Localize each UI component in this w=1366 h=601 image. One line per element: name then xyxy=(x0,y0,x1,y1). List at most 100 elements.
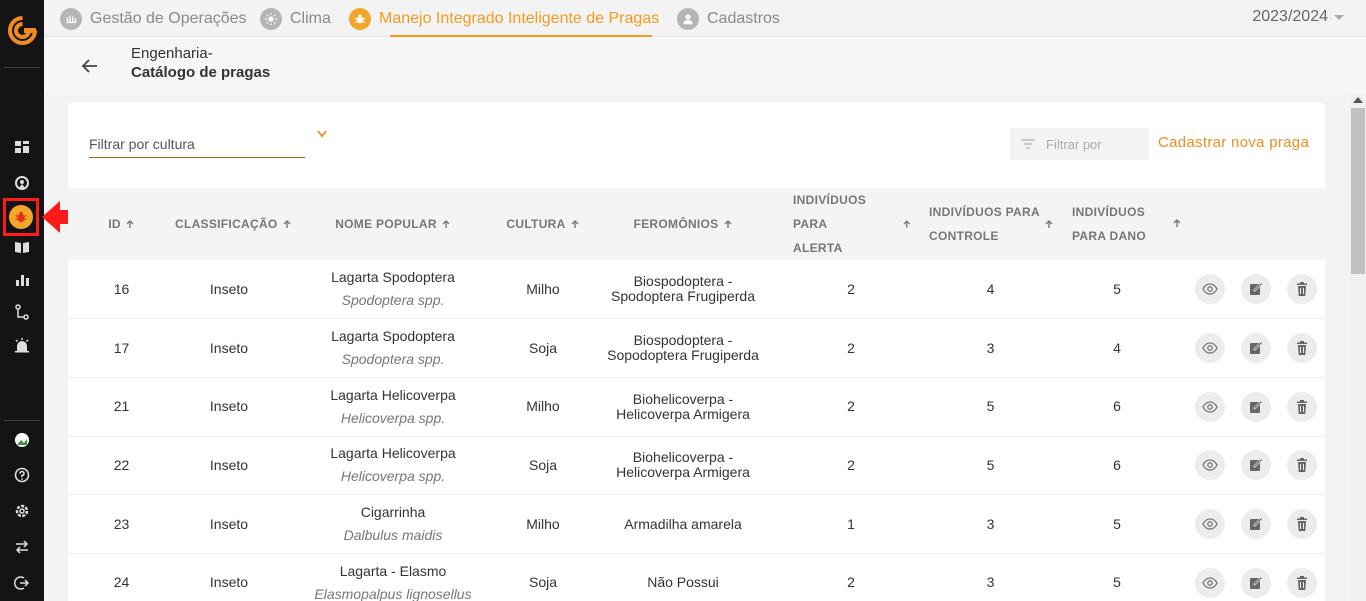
delete-button[interactable] xyxy=(1287,567,1317,598)
dashboard-icon[interactable] xyxy=(12,137,32,157)
cell-nome-popular: Lagarta - Elasmo Elasmopalpus lignosellus xyxy=(283,553,503,601)
cell-id: 23 xyxy=(113,515,130,532)
cell-alerta: 2 xyxy=(847,574,855,591)
map-pin-icon[interactable] xyxy=(12,173,32,193)
cell-dano: 5 xyxy=(1113,280,1121,297)
col-cultura[interactable]: Cultura xyxy=(503,188,583,260)
flow-icon[interactable] xyxy=(12,302,32,322)
tab-manejo-pragas[interactable]: Manejo Integrado Inteligente de Pragas xyxy=(349,0,659,37)
delete-button[interactable] xyxy=(1287,333,1317,364)
tab-label: Manejo Integrado Inteligente de Pragas xyxy=(379,9,660,27)
cell-actions xyxy=(1172,495,1325,554)
search-input[interactable] xyxy=(1046,136,1136,152)
delete-button[interactable] xyxy=(1287,509,1317,540)
cell-feromonios: Biospodoptera - Sopodoptera Frugiperda xyxy=(607,332,759,364)
sidebar-divider xyxy=(4,67,40,68)
eye-icon xyxy=(1202,340,1218,356)
view-button[interactable] xyxy=(1195,450,1225,481)
nome-cientifico: Helicoverpa spp. xyxy=(340,409,446,426)
delete-button[interactable] xyxy=(1287,450,1317,481)
cell-id: 17 xyxy=(113,339,130,356)
col-actions[interactable] xyxy=(1172,188,1325,260)
view-button[interactable] xyxy=(1195,391,1225,422)
bar-chart-icon[interactable] xyxy=(12,270,32,290)
cell-id: 21 xyxy=(113,398,130,415)
cell-feromonios: Armadilha amarela xyxy=(624,515,742,532)
sort-arrow-icon xyxy=(126,220,134,228)
cell-cultura: Soja xyxy=(528,574,558,591)
cell-alerta: 2 xyxy=(847,339,855,356)
edit-icon xyxy=(1248,516,1264,532)
cell-controle: 5 xyxy=(986,456,995,473)
settings-icon[interactable] xyxy=(12,501,32,521)
col-alerta[interactable]: Indivíduos para alerta xyxy=(783,188,919,260)
view-button[interactable] xyxy=(1195,333,1225,364)
search-filter[interactable] xyxy=(1010,128,1149,160)
col-dano[interactable]: Indivíduos para dano xyxy=(1062,188,1172,260)
nome-popular: Cigarrinha xyxy=(360,504,426,521)
swap-icon[interactable] xyxy=(12,537,32,557)
avatar-icon[interactable] xyxy=(12,430,32,450)
edit-button[interactable] xyxy=(1241,274,1271,305)
page-header: Engenharia- Catálogo de pragas xyxy=(44,37,1366,94)
edit-button[interactable] xyxy=(1241,567,1271,598)
col-nome-popular[interactable]: Nome popular xyxy=(283,188,503,260)
cell-dano: 5 xyxy=(1113,574,1121,591)
view-button[interactable] xyxy=(1195,509,1225,540)
sort-arrow-icon xyxy=(442,220,450,228)
season-selector[interactable]: 2023/2024 xyxy=(1252,0,1344,34)
tab-clima[interactable]: Clima xyxy=(260,0,331,37)
user-icon xyxy=(677,7,699,30)
table-row: 23 Inseto Cigarrinha Dalbulus maidis Milho Ar… xyxy=(68,495,1325,554)
culture-filter[interactable]: Filtrar por cultura xyxy=(89,132,305,158)
nome-cientifico: Elasmopalpus lignosellus xyxy=(314,585,472,601)
cell-alerta: 2 xyxy=(847,280,855,297)
view-button[interactable] xyxy=(1195,274,1225,305)
col-id[interactable]: ID xyxy=(68,188,175,260)
col-classificacao[interactable]: Classificação xyxy=(175,188,291,260)
tab-cadastros[interactable]: Cadastros xyxy=(677,0,780,37)
scrollbar-thumb[interactable] xyxy=(1351,108,1365,274)
cell-classificacao: Inseto xyxy=(209,515,249,532)
cell-alerta: 1 xyxy=(847,515,855,532)
filter-lines-icon xyxy=(1021,139,1035,149)
cell-cultura: Milho xyxy=(526,398,560,415)
table-row: 24 Inseto Lagarta - Elasmo Elasmopalpus lig… xyxy=(68,553,1325,601)
back-arrow-icon[interactable] xyxy=(80,56,100,76)
scroll-up-arrow-icon[interactable] xyxy=(1353,97,1363,103)
delete-button[interactable] xyxy=(1287,391,1317,422)
logout-icon[interactable] xyxy=(12,573,32,593)
edit-button[interactable] xyxy=(1241,450,1271,481)
sidebar-item-pest-management[interactable] xyxy=(3,198,39,236)
eye-icon xyxy=(1202,575,1218,591)
edit-button[interactable] xyxy=(1241,509,1271,540)
view-button[interactable] xyxy=(1195,567,1225,598)
cell-controle: 5 xyxy=(986,398,995,415)
cell-controle: 4 xyxy=(986,280,995,297)
nome-cientifico: Helicoverpa spp. xyxy=(340,468,446,485)
edit-button[interactable] xyxy=(1241,391,1271,422)
cell-actions xyxy=(1172,377,1325,436)
nome-cientifico: Spodoptera spp. xyxy=(341,292,445,309)
cell-controle: 3 xyxy=(986,339,995,356)
col-feromonios[interactable]: Feromônios xyxy=(583,188,783,260)
cell-actions xyxy=(1172,436,1325,495)
breadcrumb: Engenharia- xyxy=(131,45,213,62)
top-navigation: Gestão de Operações Clima Manejo Integra… xyxy=(44,0,1366,37)
delete-button[interactable] xyxy=(1287,274,1317,305)
cell-cultura: Soja xyxy=(528,456,558,473)
new-pest-button[interactable]: Cadastrar nova praga xyxy=(1158,134,1309,151)
tab-gestao-operacoes[interactable]: Gestão de Operações xyxy=(60,0,247,37)
alarm-icon[interactable] xyxy=(12,335,32,355)
cell-dano: 4 xyxy=(1113,339,1121,356)
table-row: 22 Inseto Lagarta Helicoverpa Helicoverpa s… xyxy=(68,436,1325,495)
col-controle[interactable]: Indivíduos para controle xyxy=(919,188,1062,260)
cell-cultura: Milho xyxy=(526,515,560,532)
help-icon[interactable] xyxy=(12,465,32,485)
book-icon[interactable] xyxy=(12,237,32,257)
edit-button[interactable] xyxy=(1241,333,1271,364)
trash-icon xyxy=(1294,516,1310,532)
season-value: 2023/2024 xyxy=(1252,8,1328,25)
chevron-down-icon[interactable] xyxy=(316,128,328,140)
cell-id: 24 xyxy=(113,574,130,591)
